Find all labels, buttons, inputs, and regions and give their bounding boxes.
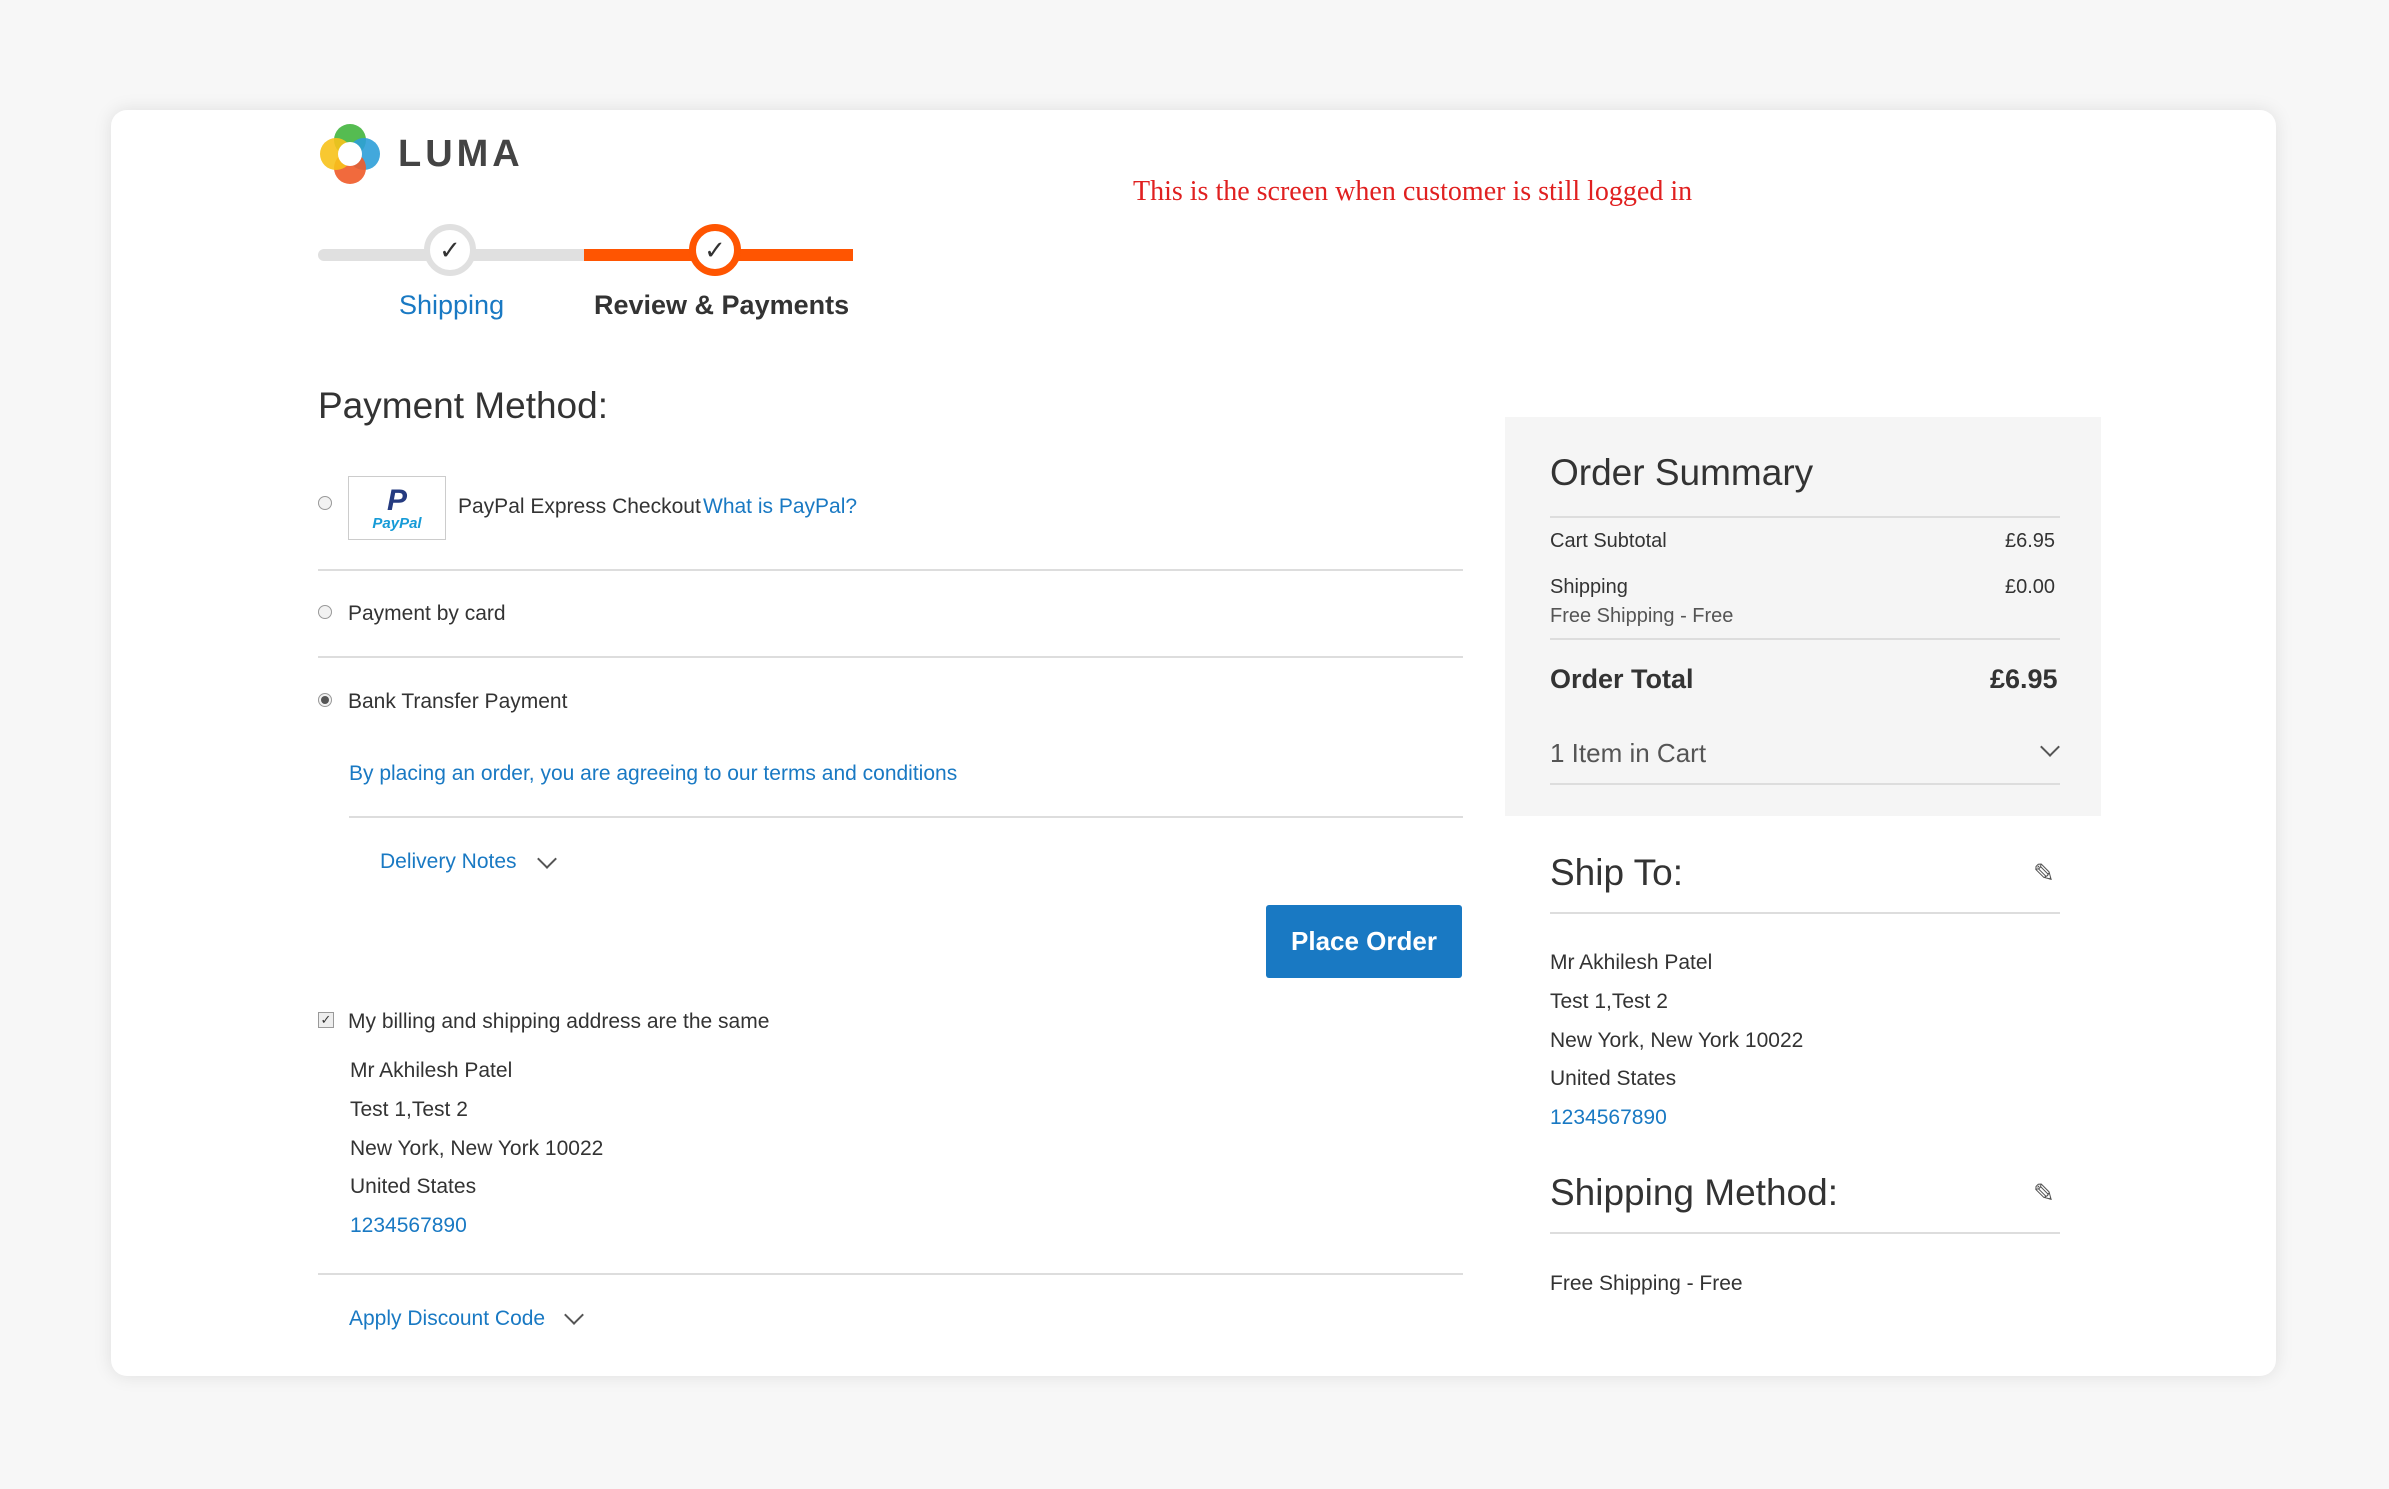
ship-to-phone[interactable]: 1234567890 [1550, 1106, 1667, 1130]
ship-to-title: Ship To: [1550, 852, 1684, 893]
check-icon: ✓ [704, 235, 726, 265]
what-is-paypal-link[interactable]: What is PayPal? [703, 495, 857, 519]
shipping-method-value: Free Shipping - Free [1550, 1272, 1743, 1295]
step-shipping-marker[interactable]: ✓ [424, 224, 476, 276]
ship-to-street: Test 1,Test 2 [1550, 990, 1668, 1013]
check-icon: ✓ [439, 235, 461, 265]
terms-link[interactable]: By placing an order, you are agreeing to… [349, 762, 957, 786]
delivery-notes-toggle[interactable]: Delivery Notes [380, 850, 517, 874]
paypal-logo-text: PayPal [372, 514, 422, 532]
shipping-method-text: Free Shipping - Free [1550, 605, 1734, 627]
divider [1550, 783, 2060, 785]
divider [1550, 1232, 2060, 1234]
divider [1550, 638, 2060, 640]
billing-city: New York, New York 10022 [350, 1137, 604, 1160]
step-review-marker: ✓ [689, 224, 741, 276]
items-in-cart-toggle[interactable]: 1 Item in Cart [1550, 738, 1706, 769]
pencil-icon[interactable]: ✎ [2033, 858, 2055, 889]
order-summary-title: Order Summary [1550, 452, 1814, 493]
divider [318, 569, 1463, 571]
same-address-checkbox[interactable]: ✓ [318, 1012, 334, 1028]
bank-transfer-radio[interactable] [318, 693, 332, 707]
billing-street: Test 1,Test 2 [350, 1098, 468, 1121]
divider [318, 1273, 1463, 1275]
pencil-icon[interactable]: ✎ [2033, 1178, 2055, 1209]
brand-name: LUMA [398, 132, 524, 175]
divider [349, 816, 1463, 818]
paypal-label[interactable]: PayPal Express Checkout [458, 495, 701, 519]
annotation-note: This is the screen when customer is stil… [1133, 176, 1693, 207]
shipping-label: Shipping [1550, 576, 1628, 598]
shipping-method-title: Shipping Method: [1550, 1172, 1838, 1213]
divider [1550, 912, 2060, 914]
billing-country: United States [350, 1175, 477, 1198]
payment-method-title: Payment Method: [318, 385, 608, 426]
place-order-button[interactable]: Place Order [1266, 905, 1462, 978]
payment-by-card-label[interactable]: Payment by card [348, 602, 506, 626]
ship-to-name: Mr Akhilesh Patel [1550, 951, 1713, 974]
apply-discount-toggle[interactable]: Apply Discount Code [349, 1307, 545, 1331]
divider [1550, 516, 2060, 518]
order-total-value: £6.95 [1990, 664, 2058, 694]
billing-name: Mr Akhilesh Patel [350, 1059, 513, 1082]
cart-subtotal-label: Cart Subtotal [1550, 530, 1667, 552]
ship-to-country: United States [1550, 1067, 1677, 1090]
luma-logo-icon [320, 124, 380, 184]
bank-transfer-label[interactable]: Bank Transfer Payment [348, 690, 567, 714]
paypal-logo: P PayPal [348, 476, 446, 540]
step-shipping-label[interactable]: Shipping [399, 290, 504, 321]
ship-to-city: New York, New York 10022 [1550, 1029, 1804, 1052]
billing-phone[interactable]: 1234567890 [350, 1214, 467, 1238]
cart-subtotal-value: £6.95 [2005, 530, 2056, 552]
paypal-radio[interactable] [318, 496, 332, 510]
luma-logo[interactable]: LUMA [318, 122, 524, 186]
shipping-value: £0.00 [2005, 576, 2056, 598]
step-review-label: Review & Payments [594, 290, 850, 320]
divider [318, 656, 1463, 658]
order-total-label: Order Total [1550, 664, 1694, 694]
same-address-label[interactable]: My billing and shipping address are the … [348, 1010, 769, 1034]
card-radio[interactable] [318, 605, 332, 619]
